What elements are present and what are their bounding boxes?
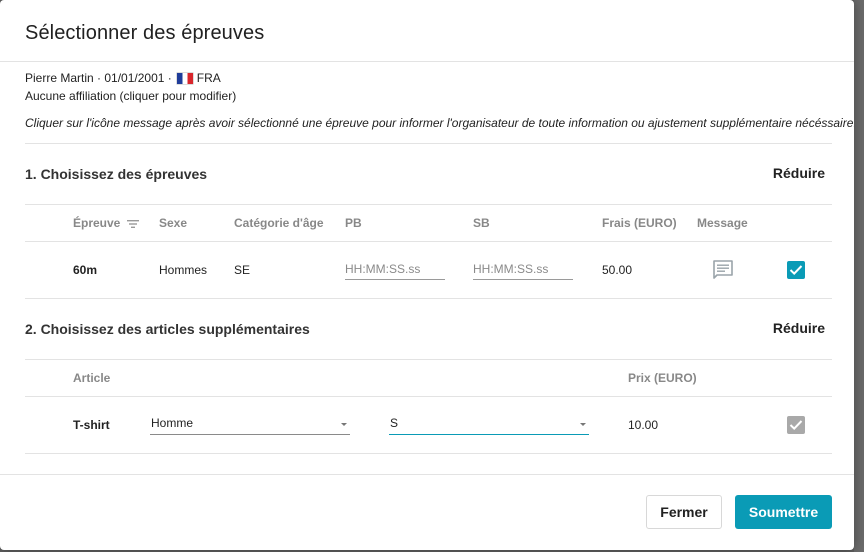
article-name: T-shirt [73,418,110,432]
items-section-title: 2. Choisissez des articles supplémentair… [25,321,310,337]
article-select-checkbox[interactable] [787,416,805,434]
pb-input[interactable] [345,259,445,280]
event-fee: 50.00 [602,263,633,277]
event-sex: Hommes [159,263,208,277]
column-header-sex: Sexe [159,216,188,230]
column-header-article: Article [73,371,111,385]
event-name: 60m [73,263,98,277]
caret-down-icon [580,423,586,426]
athlete-country: FRA [196,71,221,85]
divider [25,143,832,144]
sort-lines-icon[interactable] [126,219,139,228]
events-section-title: 1. Choisissez des épreuves [25,166,208,182]
column-header-event[interactable]: Épreuve [73,216,139,230]
column-header-fee: Frais (EURO) [602,216,677,230]
athlete-info: Pierre Martin · 01/01/2001 · FRA [25,71,221,85]
submit-button[interactable]: Soumettre [735,495,832,529]
dialog-header: Sélectionner des épreuves [0,0,854,62]
close-button[interactable]: Fermer [646,495,722,529]
column-header-message: Message [697,216,748,230]
info-note: Cliquer sur l'icône message après avoir … [25,116,854,130]
footer-divider [0,474,854,475]
divider [25,359,832,360]
size-value: S [390,416,399,430]
flag-france-icon [176,72,193,84]
article-price: 10.00 [628,418,659,432]
column-header-sb: SB [473,216,490,230]
athlete-birthdate: 01/01/2001 [104,71,165,85]
column-header-age-category: Catégorie d'âge [234,216,324,230]
separator: · [167,71,172,85]
collapse-items-button[interactable]: Réduire [773,320,825,336]
collapse-events-button[interactable]: Réduire [773,165,825,181]
event-age-category: SE [234,263,251,277]
affiliation-link[interactable]: Aucune affiliation (cliquer pour modifie… [25,89,236,103]
variant-value: Homme [151,416,194,430]
event-select-checkbox[interactable] [787,261,805,279]
divider [25,241,832,242]
select-events-dialog: Sélectionner des épreuves Pierre Martin … [0,0,854,550]
divider [25,298,832,299]
column-header-pb: PB [345,216,362,230]
caret-down-icon [341,423,347,426]
athlete-name: Pierre Martin [25,71,94,85]
sb-input[interactable] [473,259,573,280]
divider [25,396,832,397]
variant-select[interactable]: Homme [150,415,350,435]
size-select[interactable]: S [389,415,589,435]
comment-icon[interactable] [712,260,734,280]
backdrop [854,0,864,552]
column-header-price: Prix (EURO) [628,371,697,385]
check-icon [789,265,803,276]
divider [25,204,832,205]
check-icon [789,420,803,431]
divider [25,453,832,454]
dialog-title: Sélectionner des épreuves [25,22,265,44]
